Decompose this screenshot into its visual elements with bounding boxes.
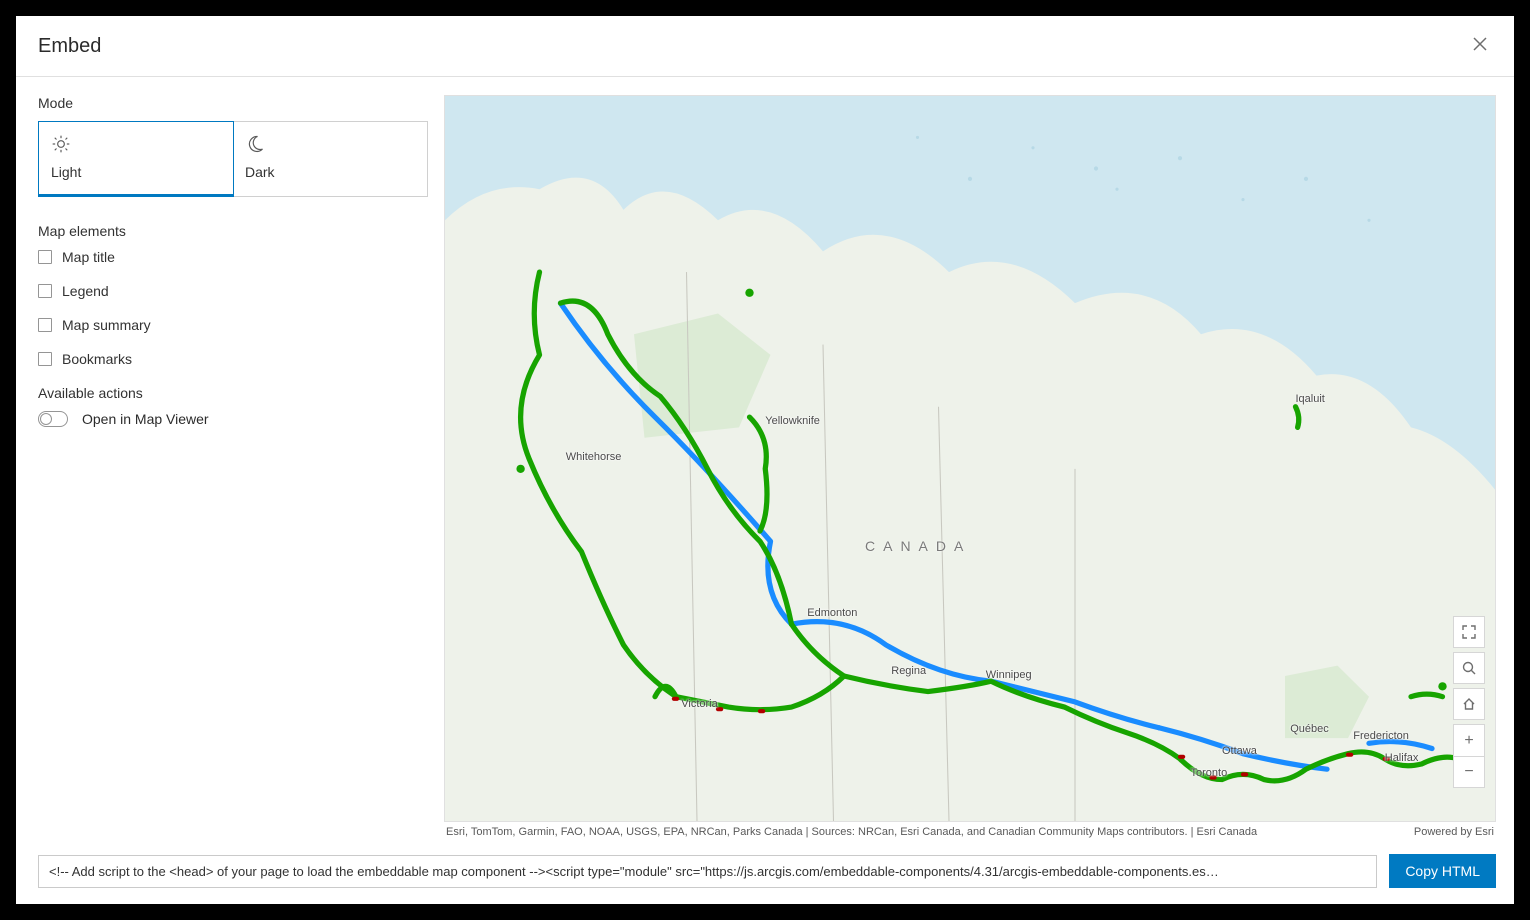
- basemap-icon: [445, 96, 1495, 821]
- zoom-out-button[interactable]: −: [1453, 756, 1485, 788]
- map-elements-section-title: Map elements: [38, 223, 428, 239]
- map-attribution: Esri, TomTom, Garmin, FAO, NOAA, USGS, E…: [444, 822, 1496, 838]
- checkbox-label: Map title: [62, 249, 115, 265]
- attribution-left: Esri, TomTom, Garmin, FAO, NOAA, USGS, E…: [446, 826, 1257, 838]
- mode-option-dark[interactable]: Dark: [233, 122, 427, 196]
- close-icon: [1472, 36, 1488, 52]
- checkbox-icon: [38, 250, 52, 264]
- zoom-in-button[interactable]: +: [1453, 724, 1485, 756]
- home-extent-button[interactable]: [1453, 688, 1485, 720]
- attribution-right: Powered by Esri: [1414, 826, 1494, 838]
- checkbox-map-summary[interactable]: Map summary: [38, 317, 428, 333]
- checkbox-legend[interactable]: Legend: [38, 283, 428, 299]
- mode-option-label: Light: [51, 164, 221, 180]
- toggle-switch[interactable]: [38, 411, 68, 427]
- search-icon: [1462, 661, 1476, 675]
- mode-option-label: Dark: [245, 164, 415, 180]
- minus-icon: −: [1464, 763, 1473, 781]
- home-icon: [1462, 697, 1476, 711]
- mode-option-light[interactable]: Light: [38, 121, 234, 197]
- checkbox-label: Bookmarks: [62, 351, 132, 367]
- fullscreen-button[interactable]: [1453, 616, 1485, 648]
- fullscreen-icon: [1462, 625, 1476, 639]
- dialog-header: Embed: [16, 16, 1514, 77]
- sun-icon: [51, 134, 71, 154]
- checkbox-bookmarks[interactable]: Bookmarks: [38, 351, 428, 367]
- plus-icon: +: [1464, 732, 1473, 750]
- checkbox-icon: [38, 352, 52, 366]
- toggle-open-in-map-viewer[interactable]: Open in Map Viewer: [38, 411, 428, 427]
- embed-code-field[interactable]: <!-- Add script to the <head> of your pa…: [38, 855, 1377, 888]
- toggle-label: Open in Map Viewer: [82, 411, 209, 427]
- toggle-knob-icon: [40, 413, 52, 425]
- checkbox-map-title[interactable]: Map title: [38, 249, 428, 265]
- map-preview[interactable]: CANADA: [444, 95, 1496, 822]
- checkbox-icon: [38, 318, 52, 332]
- mode-section-title: Mode: [38, 95, 428, 111]
- checkbox-label: Legend: [62, 283, 109, 299]
- copy-html-button[interactable]: Copy HTML: [1389, 854, 1496, 888]
- checkbox-icon: [38, 284, 52, 298]
- close-button[interactable]: [1466, 30, 1494, 62]
- checkbox-label: Map summary: [62, 317, 151, 333]
- map-toolbar: + −: [1453, 616, 1485, 788]
- embed-dialog: Embed Mode: [16, 16, 1514, 904]
- dialog-footer: <!-- Add script to the <head> of your pa…: [16, 846, 1514, 904]
- zoom-group: + −: [1453, 724, 1485, 788]
- available-actions-section-title: Available actions: [38, 385, 428, 401]
- mode-radio-group: Light Dark: [38, 121, 428, 197]
- dialog-title: Embed: [38, 35, 101, 58]
- search-button[interactable]: [1453, 652, 1485, 684]
- options-sidebar: Mode Light: [38, 95, 428, 838]
- moon-icon: [245, 134, 265, 154]
